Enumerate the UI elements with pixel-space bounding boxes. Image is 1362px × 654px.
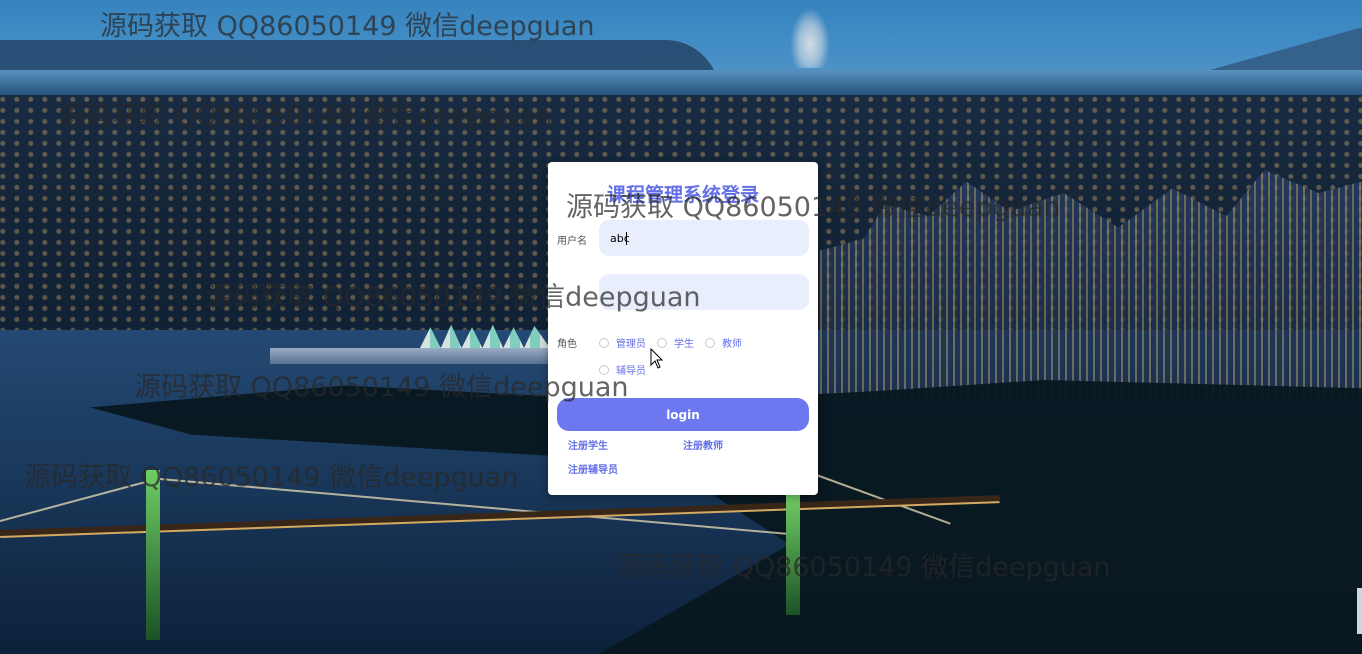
login-title: 课程管理系统登录 xyxy=(606,184,759,206)
login-card: 课程管理系统登录 用户名 角色 管理员 学生 教师 辅导员 login 注册学生… xyxy=(548,162,818,495)
mouse-cursor-icon xyxy=(650,348,664,369)
radio-circle-icon[interactable] xyxy=(599,337,609,348)
role-radio-counselor[interactable]: 辅导员 xyxy=(599,362,646,377)
role-radio-teacher[interactable]: 教师 xyxy=(705,335,742,350)
radio-circle-icon[interactable] xyxy=(705,337,715,348)
register-student-link[interactable]: 注册学生 xyxy=(568,437,608,452)
username-label: 用户名 xyxy=(557,236,587,247)
login-button[interactable]: login xyxy=(557,398,809,431)
role-option-label: 教师 xyxy=(722,339,742,350)
password-input[interactable] xyxy=(599,274,809,310)
register-counselor-link[interactable]: 注册辅导员 xyxy=(568,461,618,476)
role-option-label: 辅导员 xyxy=(616,366,646,377)
role-label: 角色 xyxy=(557,339,577,350)
radio-circle-icon[interactable] xyxy=(657,337,667,348)
role-option-label: 管理员 xyxy=(616,339,646,350)
radio-circle-icon[interactable] xyxy=(599,364,609,375)
register-teacher-link[interactable]: 注册教师 xyxy=(683,437,723,452)
username-input[interactable] xyxy=(599,220,809,256)
role-option-label: 学生 xyxy=(674,339,694,350)
scrollbar-edge[interactable] xyxy=(1357,588,1362,634)
role-radio-admin[interactable]: 管理员 xyxy=(599,335,646,350)
text-caret xyxy=(626,232,627,245)
